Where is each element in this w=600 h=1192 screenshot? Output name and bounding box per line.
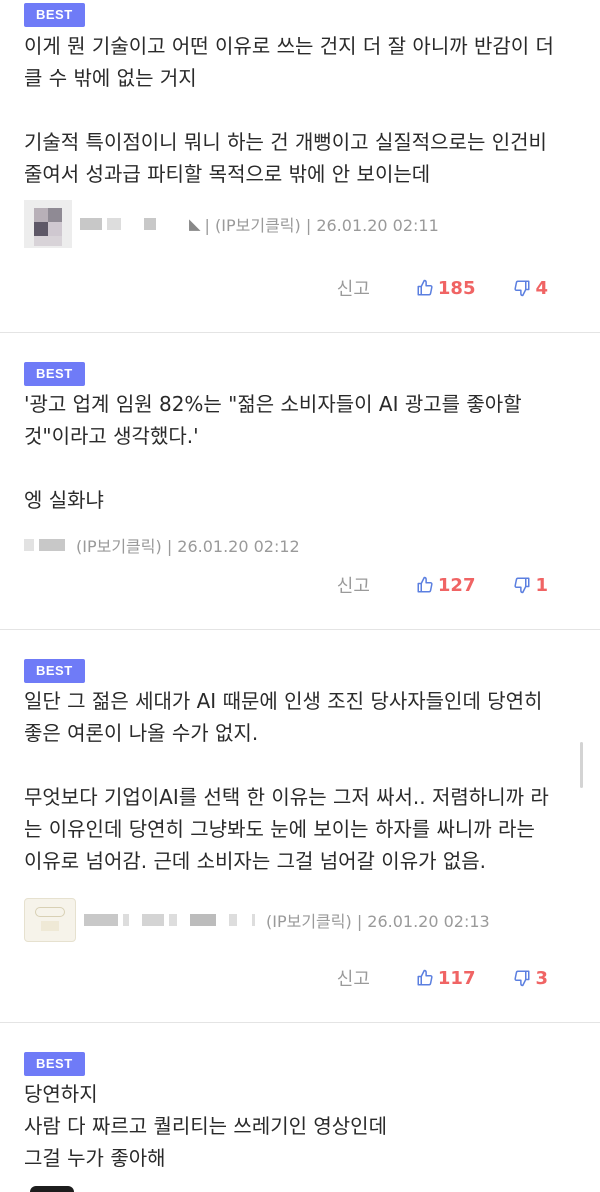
thumbs-down-icon — [514, 577, 530, 594]
nickname-blurred[interactable] — [84, 914, 260, 926]
meta-text[interactable]: (IP보기클릭) | 26.01.20 02:12 — [76, 533, 300, 557]
comment-text: '광고 업계 임원 82%는 "젊은 소비자들이 AI 광고를 좋아할 것"이라… — [24, 392, 522, 512]
comment-actions: 신고 117 3 — [337, 963, 548, 993]
avatar-partial — [30, 1186, 74, 1192]
comment-item: BEST 일단 그 젊은 세대가 AI 때문에 인생 조진 당사자들인데 당연히… — [0, 630, 600, 1023]
comment-item: BEST 당연하지 사람 다 짜르고 퀄리티는 쓰레기인 영상인데 그걸 누가 … — [0, 1023, 600, 1192]
thumbs-down-icon — [514, 280, 530, 297]
upvote-button[interactable]: 185 — [416, 277, 476, 299]
comment-meta: ◣ | (IP보기클릭) | 26.01.20 02:11 — [24, 200, 439, 248]
nickname-blurred[interactable] — [24, 539, 70, 551]
upvote-count: 127 — [437, 574, 476, 596]
avatar[interactable] — [24, 898, 76, 942]
meta-text[interactable]: (IP보기클릭) | 26.01.20 02:13 — [266, 908, 490, 932]
thumbs-down-icon — [514, 970, 530, 987]
meta-text[interactable]: | (IP보기클릭) | 26.01.20 02:11 — [205, 212, 439, 236]
thumbs-up-icon — [417, 279, 433, 296]
downvote-count: 3 — [535, 967, 548, 989]
best-badge: BEST — [24, 1052, 85, 1076]
nickname-blurred[interactable] — [80, 218, 161, 230]
upvote-button[interactable]: 117 — [416, 967, 476, 989]
comment-meta: (IP보기클릭) | 26.01.20 02:12 — [24, 527, 300, 563]
comment-text: 일단 그 젊은 세대가 AI 때문에 인생 조진 당사자들인데 당연히 좋은 여… — [24, 689, 549, 873]
downvote-button[interactable]: 3 — [513, 968, 548, 989]
comment-text: 이게 뭔 기술이고 어떤 이유로 쓰는 건지 더 잘 아니까 반감이 더 클 수… — [24, 34, 554, 186]
report-button[interactable]: 신고 — [337, 275, 370, 301]
best-badge: BEST — [24, 659, 85, 683]
upvote-count: 117 — [437, 967, 476, 989]
avatar[interactable] — [24, 200, 72, 248]
comment-item: BEST 이게 뭔 기술이고 어떤 이유로 쓰는 건지 더 잘 아니까 반감이 … — [0, 0, 600, 333]
downvote-button[interactable]: 1 — [513, 575, 548, 596]
thumbs-up-icon — [417, 969, 433, 986]
downvote-button[interactable]: 4 — [513, 278, 548, 299]
upvote-count: 185 — [437, 277, 476, 299]
comment-text: 당연하지 사람 다 짜르고 퀄리티는 쓰레기인 영상인데 그걸 누가 좋아해 — [24, 1082, 387, 1170]
downvote-count: 4 — [535, 277, 548, 299]
report-button[interactable]: 신고 — [337, 572, 370, 598]
best-badge: BEST — [24, 362, 85, 386]
comment-item: BEST '광고 업계 임원 82%는 "젊은 소비자들이 AI 광고를 좋아할… — [0, 333, 600, 630]
comment-meta: (IP보기클릭) | 26.01.20 02:13 — [24, 898, 490, 942]
comment-actions: 신고 185 4 — [337, 273, 548, 303]
level-icon: ◣ — [189, 215, 201, 233]
thumbs-up-icon — [417, 576, 433, 593]
upvote-button[interactable]: 127 — [416, 574, 476, 596]
comment-actions: 신고 127 1 — [337, 570, 548, 600]
downvote-count: 1 — [535, 574, 548, 596]
report-button[interactable]: 신고 — [337, 965, 370, 991]
scrollbar[interactable] — [580, 742, 583, 788]
best-badge: BEST — [24, 3, 85, 27]
